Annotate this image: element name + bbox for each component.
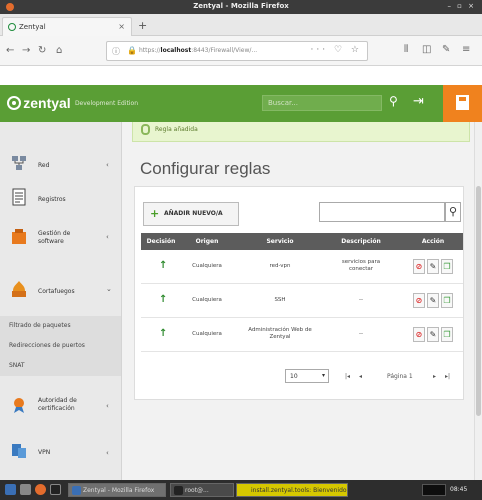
edit-icon[interactable]: ✎ bbox=[427, 259, 439, 274]
url-text: https://localhost:8443/Firewall/View/... bbox=[139, 47, 258, 54]
clone-icon[interactable]: ❐ bbox=[441, 259, 453, 274]
reload-icon[interactable]: ↻ bbox=[38, 45, 46, 56]
table-row: ↑ Cualquiera SSH -- ⊘ ✎ ❐ bbox=[141, 284, 463, 318]
page-scrollbar[interactable] bbox=[474, 122, 482, 480]
save-icon bbox=[456, 95, 469, 110]
delete-icon[interactable]: ⊘ bbox=[413, 259, 425, 274]
network-icon bbox=[12, 156, 26, 170]
clone-icon[interactable]: ❐ bbox=[441, 293, 453, 308]
table-search-input[interactable] bbox=[319, 202, 445, 222]
taskbar: Zentyal - Mozilla Firefox root@... insta… bbox=[0, 480, 482, 500]
decision-accept-icon: ↑ bbox=[159, 328, 168, 339]
edition-label: Development Edition bbox=[74, 99, 138, 107]
software-management-icon bbox=[12, 229, 26, 244]
page-size-select[interactable]: 10 ▾ bbox=[285, 369, 329, 383]
col-accion: Acción bbox=[421, 238, 445, 245]
url-bar[interactable]: ⓘ 🔒 https://localhost:8443/Firewall/View… bbox=[106, 41, 368, 61]
vpn-icon bbox=[12, 444, 26, 458]
sidebar-item-cortafuegos[interactable]: Cortafuegos ⌄ bbox=[0, 274, 121, 308]
global-search-input[interactable]: Buscar... bbox=[262, 95, 382, 111]
certificate-authority-icon bbox=[14, 398, 24, 413]
forward-icon[interactable]: → bbox=[22, 45, 30, 56]
sidebar-item-autoridad-certificacion[interactable]: Autoridad de certificación ‹ bbox=[0, 388, 121, 424]
home-icon[interactable]: ⌂ bbox=[56, 45, 62, 56]
plus-icon: + bbox=[150, 207, 160, 220]
main-content: Regla añadida Configurar reglas + AÑADIR… bbox=[122, 122, 474, 480]
extension-icon[interactable]: ✎ bbox=[442, 44, 450, 55]
edit-icon[interactable]: ✎ bbox=[427, 293, 439, 308]
taskbar-item-installer[interactable]: install.zentyal.tools: Bienvenido bbox=[236, 483, 348, 497]
firefox-icon[interactable] bbox=[35, 484, 46, 495]
terminal-task-icon bbox=[174, 486, 183, 495]
zentyal-logo[interactable]: zentyal Development Edition bbox=[7, 95, 138, 111]
library-icon[interactable]: ⫴ bbox=[404, 44, 408, 55]
table-search-icon[interactable]: ⚲ bbox=[445, 202, 461, 222]
lock-icon: 🔒 bbox=[127, 46, 137, 55]
logout-icon[interactable]: ⇥ bbox=[413, 94, 424, 109]
submenu-filtrado-paquetes[interactable]: Filtrado de paquetes bbox=[0, 316, 121, 336]
menu-icon[interactable]: ≡ bbox=[462, 44, 470, 55]
taskbar-item-terminal[interactable]: root@... bbox=[170, 483, 234, 497]
logs-icon bbox=[12, 188, 26, 206]
sidebar: Red ‹ Registros Gestión de software ‹ Co… bbox=[0, 122, 122, 480]
table-row: ↑ Cualquiera Administración Web de Zenty… bbox=[141, 318, 463, 352]
col-origen: Origen bbox=[195, 238, 219, 245]
sidebar-toggle-icon[interactable]: ◫ bbox=[422, 44, 431, 55]
success-notice: Regla añadida bbox=[132, 122, 470, 142]
firefox-task-icon bbox=[72, 486, 81, 495]
delete-icon[interactable]: ⊘ bbox=[413, 327, 425, 342]
submenu-snat[interactable]: SNAT bbox=[0, 356, 121, 376]
site-info-icon[interactable]: ⓘ bbox=[112, 46, 120, 57]
search-icon[interactable]: ⚲ bbox=[389, 94, 398, 108]
files-icon[interactable] bbox=[20, 484, 31, 495]
delete-icon[interactable]: ⊘ bbox=[413, 293, 425, 308]
col-servicio: Servicio bbox=[266, 238, 294, 245]
firewall-icon bbox=[12, 281, 26, 297]
navigation-bar: ← → ↻ ⌂ ⓘ 🔒 https://localhost:8443/Firew… bbox=[0, 36, 482, 66]
decision-accept-icon: ↑ bbox=[159, 260, 168, 271]
page-actions-icon[interactable]: ··· ♡ ☆ bbox=[311, 45, 362, 55]
sidebar-item-registros[interactable]: Registros bbox=[0, 184, 121, 214]
notice-icon bbox=[141, 124, 150, 135]
prev-page-icon[interactable]: ◂ bbox=[359, 373, 362, 380]
next-page-icon[interactable]: ▸ bbox=[433, 373, 436, 380]
add-rule-button[interactable]: + AÑADIR NUEVO/A bbox=[143, 202, 239, 226]
save-changes-button[interactable] bbox=[443, 85, 482, 122]
window-title: Zentyal - Mozilla Firefox bbox=[193, 2, 289, 10]
taskbar-item-firefox[interactable]: Zentyal - Mozilla Firefox bbox=[68, 483, 166, 497]
zentyal-header: zentyal Development Edition Buscar... ⚲ … bbox=[0, 85, 482, 122]
submenu-redirecciones-puertos[interactable]: Redirecciones de puertos bbox=[0, 336, 121, 356]
col-descripcion: Descripción bbox=[341, 238, 381, 245]
zentyal-favicon-icon bbox=[8, 23, 16, 31]
sidebar-item-red[interactable]: Red ‹ bbox=[0, 150, 121, 180]
window-controls[interactable]: – ▫ × bbox=[447, 2, 476, 10]
zentyal-logo-icon bbox=[7, 96, 21, 110]
start-menu-icon[interactable] bbox=[5, 484, 16, 495]
first-page-icon[interactable]: |◂ bbox=[345, 373, 350, 380]
rules-panel: + AÑADIR NUEVO/A ⚲ Decisión Origen Servi… bbox=[134, 186, 464, 400]
decision-accept-icon: ↑ bbox=[159, 294, 168, 305]
tab-label: Zentyal bbox=[19, 23, 46, 31]
tab-bar: Zentyal × + bbox=[0, 14, 482, 36]
chevron-down-icon: ▾ bbox=[321, 372, 325, 379]
table-header: Decisión Origen Servicio Descripción Acc… bbox=[141, 233, 463, 250]
clock: 08:45 bbox=[450, 486, 468, 493]
system-tray-icon[interactable] bbox=[422, 484, 446, 496]
back-icon[interactable]: ← bbox=[6, 45, 14, 56]
browser-tab[interactable]: Zentyal × bbox=[2, 17, 132, 36]
col-decision: Decisión bbox=[146, 238, 176, 245]
edit-icon[interactable]: ✎ bbox=[427, 327, 439, 342]
new-tab-icon[interactable]: + bbox=[138, 19, 147, 32]
page-title: Configurar reglas bbox=[140, 159, 271, 178]
sidebar-item-vpn[interactable]: VPN ‹ bbox=[0, 438, 121, 468]
table-row: ↑ Cualquiera red-vpn servicios para cone… bbox=[141, 250, 463, 284]
terminal-icon[interactable] bbox=[50, 484, 61, 495]
scrollbar-thumb[interactable] bbox=[476, 186, 481, 416]
sidebar-item-gestion-software[interactable]: Gestión de software ‹ bbox=[0, 222, 121, 256]
page-indicator: Página 1 bbox=[387, 373, 413, 380]
clone-icon[interactable]: ❐ bbox=[441, 327, 453, 342]
os-titlebar: Zentyal - Mozilla Firefox – ▫ × bbox=[0, 0, 482, 14]
close-tab-icon[interactable]: × bbox=[118, 22, 125, 31]
last-page-icon[interactable]: ▸| bbox=[445, 373, 450, 380]
